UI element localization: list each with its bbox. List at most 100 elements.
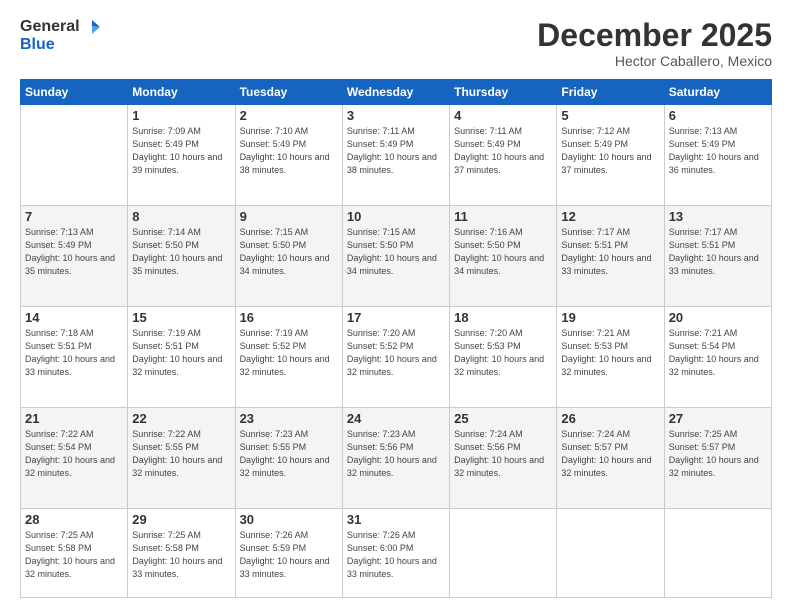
day-number: 16: [240, 310, 338, 325]
calendar-week-row: 1Sunrise: 7:09 AM Sunset: 5:49 PM Daylig…: [21, 105, 772, 206]
day-number: 7: [25, 209, 123, 224]
logo-line1: General: [20, 18, 80, 36]
calendar-day-cell: 5Sunrise: 7:12 AM Sunset: 5:49 PM Daylig…: [557, 105, 664, 206]
calendar-day-cell: [21, 105, 128, 206]
day-number: 26: [561, 411, 659, 426]
subtitle: Hector Caballero, Mexico: [537, 53, 772, 69]
day-number: 8: [132, 209, 230, 224]
logo-bird-icon: [82, 19, 100, 35]
day-info: Sunrise: 7:19 AM Sunset: 5:52 PM Dayligh…: [240, 327, 338, 379]
calendar-day-cell: [557, 508, 664, 597]
calendar-header-friday: Friday: [557, 80, 664, 105]
calendar-week-row: 21Sunrise: 7:22 AM Sunset: 5:54 PM Dayli…: [21, 407, 772, 508]
title-block: December 2025 Hector Caballero, Mexico: [537, 18, 772, 69]
calendar-day-cell: 17 Sunrise: 7:20 AM Sunset: 5:52 PM Dayli…: [342, 306, 449, 407]
day-info: Sunrise: 7:23 AM Sunset: 5:55 PM Dayligh…: [240, 428, 338, 480]
calendar-day-cell: 30Sunrise: 7:26 AM Sunset: 5:59 PM Dayli…: [235, 508, 342, 597]
day-number: 10: [347, 209, 445, 224]
day-number: 17: [347, 310, 445, 325]
day-number: 22: [132, 411, 230, 426]
day-info: Sunrise: 7:20 AM Sunset: 5:52 PM Dayligh…: [347, 327, 445, 379]
day-info: Sunrise: 7:19 AM Sunset: 5:51 PM Dayligh…: [132, 327, 230, 379]
day-number: 4: [454, 108, 552, 123]
day-number: 21: [25, 411, 123, 426]
calendar-week-row: 14 Sunrise: 7:18 AM Sunset: 5:51 PM Dayli…: [21, 306, 772, 407]
calendar-day-cell: 19 Sunrise: 7:21 AM Sunset: 5:53 PM Dayli…: [557, 306, 664, 407]
calendar-header-wednesday: Wednesday: [342, 80, 449, 105]
day-info: Sunrise: 7:25 AM Sunset: 5:58 PM Dayligh…: [25, 529, 123, 581]
day-info: Sunrise: 7:26 AM Sunset: 5:59 PM Dayligh…: [240, 529, 338, 581]
calendar-header-monday: Monday: [128, 80, 235, 105]
day-number: 12: [561, 209, 659, 224]
day-info: Sunrise: 7:13 AM Sunset: 5:49 PM Dayligh…: [669, 125, 767, 177]
day-number: 9: [240, 209, 338, 224]
calendar-day-cell: 14 Sunrise: 7:18 AM Sunset: 5:51 PM Dayli…: [21, 306, 128, 407]
day-info: Sunrise: 7:10 AM Sunset: 5:49 PM Dayligh…: [240, 125, 338, 177]
calendar-day-cell: 18 Sunrise: 7:20 AM Sunset: 5:53 PM Dayli…: [450, 306, 557, 407]
day-number: 3: [347, 108, 445, 123]
day-info: Sunrise: 7:26 AM Sunset: 6:00 PM Dayligh…: [347, 529, 445, 581]
day-info: Sunrise: 7:25 AM Sunset: 5:58 PM Dayligh…: [132, 529, 230, 581]
day-number: 14: [25, 310, 123, 325]
day-info: Sunrise: 7:15 AM Sunset: 5:50 PM Dayligh…: [347, 226, 445, 278]
calendar-day-cell: 24Sunrise: 7:23 AM Sunset: 5:56 PM Dayli…: [342, 407, 449, 508]
day-info: Sunrise: 7:11 AM Sunset: 5:49 PM Dayligh…: [454, 125, 552, 177]
day-number: 29: [132, 512, 230, 527]
calendar-day-cell: 7 Sunrise: 7:13 AM Sunset: 5:49 PM Daylig…: [21, 206, 128, 307]
day-number: 15: [132, 310, 230, 325]
day-info: Sunrise: 7:21 AM Sunset: 5:53 PM Dayligh…: [561, 327, 659, 379]
calendar-day-cell: [450, 508, 557, 597]
day-info: Sunrise: 7:11 AM Sunset: 5:49 PM Dayligh…: [347, 125, 445, 177]
day-info: Sunrise: 7:24 AM Sunset: 5:57 PM Dayligh…: [561, 428, 659, 480]
day-number: 27: [669, 411, 767, 426]
calendar-day-cell: 31 Sunrise: 7:26 AM Sunset: 6:00 PM Dayli…: [342, 508, 449, 597]
logo-block: General Blue: [20, 18, 100, 54]
calendar-header-saturday: Saturday: [664, 80, 771, 105]
day-info: Sunrise: 7:21 AM Sunset: 5:54 PM Dayligh…: [669, 327, 767, 379]
calendar-day-cell: 13 Sunrise: 7:17 AM Sunset: 5:51 PM Dayli…: [664, 206, 771, 307]
page: General Blue December 2025 Hector Caball…: [0, 0, 792, 612]
header: General Blue December 2025 Hector Caball…: [20, 18, 772, 69]
day-info: Sunrise: 7:17 AM Sunset: 5:51 PM Dayligh…: [669, 226, 767, 278]
day-info: Sunrise: 7:16 AM Sunset: 5:50 PM Dayligh…: [454, 226, 552, 278]
day-number: 6: [669, 108, 767, 123]
calendar-day-cell: 15 Sunrise: 7:19 AM Sunset: 5:51 PM Dayli…: [128, 306, 235, 407]
day-number: 19: [561, 310, 659, 325]
calendar-day-cell: 4 Sunrise: 7:11 AM Sunset: 5:49 PM Daylig…: [450, 105, 557, 206]
logo: General Blue: [20, 18, 100, 54]
day-info: Sunrise: 7:18 AM Sunset: 5:51 PM Dayligh…: [25, 327, 123, 379]
calendar-day-cell: 12 Sunrise: 7:17 AM Sunset: 5:51 PM Dayli…: [557, 206, 664, 307]
calendar-header-sunday: Sunday: [21, 80, 128, 105]
day-number: 23: [240, 411, 338, 426]
day-number: 11: [454, 209, 552, 224]
day-number: 31: [347, 512, 445, 527]
day-number: 13: [669, 209, 767, 224]
day-info: Sunrise: 7:15 AM Sunset: 5:50 PM Dayligh…: [240, 226, 338, 278]
day-info: Sunrise: 7:25 AM Sunset: 5:57 PM Dayligh…: [669, 428, 767, 480]
calendar-day-cell: 27 Sunrise: 7:25 AM Sunset: 5:57 PM Dayli…: [664, 407, 771, 508]
calendar-day-cell: 23 Sunrise: 7:23 AM Sunset: 5:55 PM Dayli…: [235, 407, 342, 508]
day-info: Sunrise: 7:22 AM Sunset: 5:55 PM Dayligh…: [132, 428, 230, 480]
calendar-day-cell: 10 Sunrise: 7:15 AM Sunset: 5:50 PM Dayli…: [342, 206, 449, 307]
day-info: Sunrise: 7:13 AM Sunset: 5:49 PM Dayligh…: [25, 226, 123, 278]
calendar-day-cell: [664, 508, 771, 597]
calendar-day-cell: 3 Sunrise: 7:11 AM Sunset: 5:49 PM Daylig…: [342, 105, 449, 206]
day-info: Sunrise: 7:24 AM Sunset: 5:56 PM Dayligh…: [454, 428, 552, 480]
day-info: Sunrise: 7:12 AM Sunset: 5:49 PM Dayligh…: [561, 125, 659, 177]
day-number: 2: [240, 108, 338, 123]
calendar-header-thursday: Thursday: [450, 80, 557, 105]
day-number: 18: [454, 310, 552, 325]
calendar-day-cell: 26 Sunrise: 7:24 AM Sunset: 5:57 PM Dayli…: [557, 407, 664, 508]
day-number: 25: [454, 411, 552, 426]
day-info: Sunrise: 7:17 AM Sunset: 5:51 PM Dayligh…: [561, 226, 659, 278]
calendar-day-cell: 21Sunrise: 7:22 AM Sunset: 5:54 PM Dayli…: [21, 407, 128, 508]
calendar-table: SundayMondayTuesdayWednesdayThursdayFrid…: [20, 79, 772, 598]
logo-line2: Blue: [20, 36, 100, 54]
calendar-day-cell: 2 Sunrise: 7:10 AM Sunset: 5:49 PM Daylig…: [235, 105, 342, 206]
day-info: Sunrise: 7:20 AM Sunset: 5:53 PM Dayligh…: [454, 327, 552, 379]
calendar-day-cell: 9 Sunrise: 7:15 AM Sunset: 5:50 PM Daylig…: [235, 206, 342, 307]
calendar-day-cell: 20Sunrise: 7:21 AM Sunset: 5:54 PM Dayli…: [664, 306, 771, 407]
day-number: 1: [132, 108, 230, 123]
month-title: December 2025: [537, 18, 772, 53]
calendar-day-cell: 11 Sunrise: 7:16 AM Sunset: 5:50 PM Dayli…: [450, 206, 557, 307]
